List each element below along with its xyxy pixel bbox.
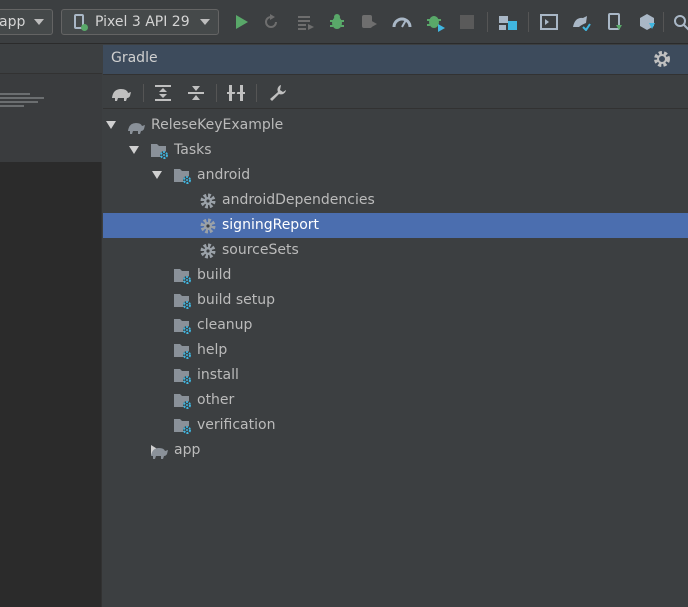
tree-item-label: help [197,342,228,358]
toolbar-separator [663,12,664,32]
task-folder-icon [173,391,193,411]
task-folder-icon [173,416,193,436]
gradle-toolbar [103,76,688,109]
chevron-down-icon[interactable] [152,171,162,179]
minimap-line [0,93,30,95]
task-folder-icon [150,141,170,161]
minimap-line [0,105,24,107]
task-folder-icon [173,316,193,336]
profile-icon[interactable] [391,11,413,33]
run-config-select[interactable]: app [0,9,53,35]
tree-task-row[interactable]: androidDependencies [103,188,688,213]
tree-item-label: build [197,267,232,283]
terminal-icon[interactable] [538,11,560,33]
chevron-down-icon[interactable] [106,121,116,129]
toggle-offline-icon[interactable] [224,81,248,105]
tree-item-label: signingReport [222,217,320,233]
tree-folder-row[interactable]: cleanup [103,313,688,338]
tree-folder-row[interactable]: verification [103,413,688,438]
project-structure-icon[interactable] [497,11,519,33]
collapse-all-icon[interactable] [184,81,208,105]
tree-project-row[interactable]: ReleseKeyExample [103,113,688,138]
minimap-line [0,97,44,99]
device-manager-icon[interactable] [604,11,626,33]
elephant-icon [150,441,170,461]
main-toolbar: app Pixel 3 API 29 [0,0,688,44]
panel-title: Gradle [111,50,158,66]
gear-icon[interactable] [652,49,672,69]
gradle-header: Gradle [103,45,688,75]
elephant-icon[interactable] [109,81,133,105]
coverage-icon[interactable] [425,11,447,33]
task-folder-icon [173,266,193,286]
editor-pane [0,45,102,607]
chevron-down-icon[interactable] [129,146,139,154]
tree-task-row[interactable]: sourceSets [103,238,688,263]
tree-item-label: ReleseKeyExample [151,117,284,133]
gear-icon [198,241,218,261]
task-folder-icon [173,341,193,361]
tree-folder-row[interactable]: build [103,263,688,288]
tree-item-label: verification [197,417,276,433]
gradle-tool-window: Gradle ReleseKeyExample Tasks android andro… [103,45,688,607]
toolbar-separator [216,84,217,102]
gear-icon [198,216,218,236]
tree-item-label: cleanup [197,317,253,333]
device-online-dot [81,24,88,31]
tree-item-label: install [197,367,239,383]
elephant-icon [127,116,147,136]
minimap [0,74,102,162]
rerun-icon[interactable] [260,11,282,33]
run-icon[interactable] [230,11,252,33]
tree-folder-row[interactable]: help [103,338,688,363]
attach-debugger-icon[interactable] [358,11,380,33]
device-label: Pixel 3 API 29 [95,14,190,30]
toolbar-separator [487,12,488,32]
toolbar-separator [256,84,257,102]
tree-folder-row[interactable]: Tasks [103,138,688,163]
debug-icon[interactable] [326,11,348,33]
minimap-line [0,101,38,103]
toolbar-separator [528,12,529,32]
toolbar-separator [143,84,144,102]
tree-folder-row[interactable]: android [103,163,688,188]
editor-tab-strip [0,45,102,74]
tree-folder-row[interactable]: install [103,363,688,388]
tree-item-label: sourceSets [222,242,299,258]
tree-item-label: app [174,442,201,458]
tree-item-label: android [197,167,251,183]
apply-changes-icon[interactable] [295,11,317,33]
tree-folder-row[interactable]: other [103,388,688,413]
gear-icon [198,191,218,211]
device-select[interactable]: Pixel 3 API 29 [61,9,219,35]
chevron-down-icon [200,19,210,25]
tree-item-label: Tasks [174,142,212,158]
wrench-icon[interactable] [266,81,290,105]
tree-item-label: androidDependencies [222,192,375,208]
chevron-down-icon [34,19,44,25]
tree-item-label: other [197,392,235,408]
task-folder-icon [173,366,193,386]
search-icon[interactable] [670,11,688,33]
tree-task-row[interactable]: signingReport [103,213,688,238]
run-config-label: app [0,14,26,30]
tree-item-label: build setup [197,292,276,308]
tree-project-row[interactable]: app [103,438,688,463]
sync-gradle-icon[interactable] [570,11,592,33]
expand-all-icon[interactable] [151,81,175,105]
sdk-manager-icon[interactable] [636,11,658,33]
task-folder-icon [173,166,193,186]
stop-icon[interactable] [456,11,478,33]
tree-folder-row[interactable]: build setup [103,288,688,313]
task-folder-icon [173,291,193,311]
